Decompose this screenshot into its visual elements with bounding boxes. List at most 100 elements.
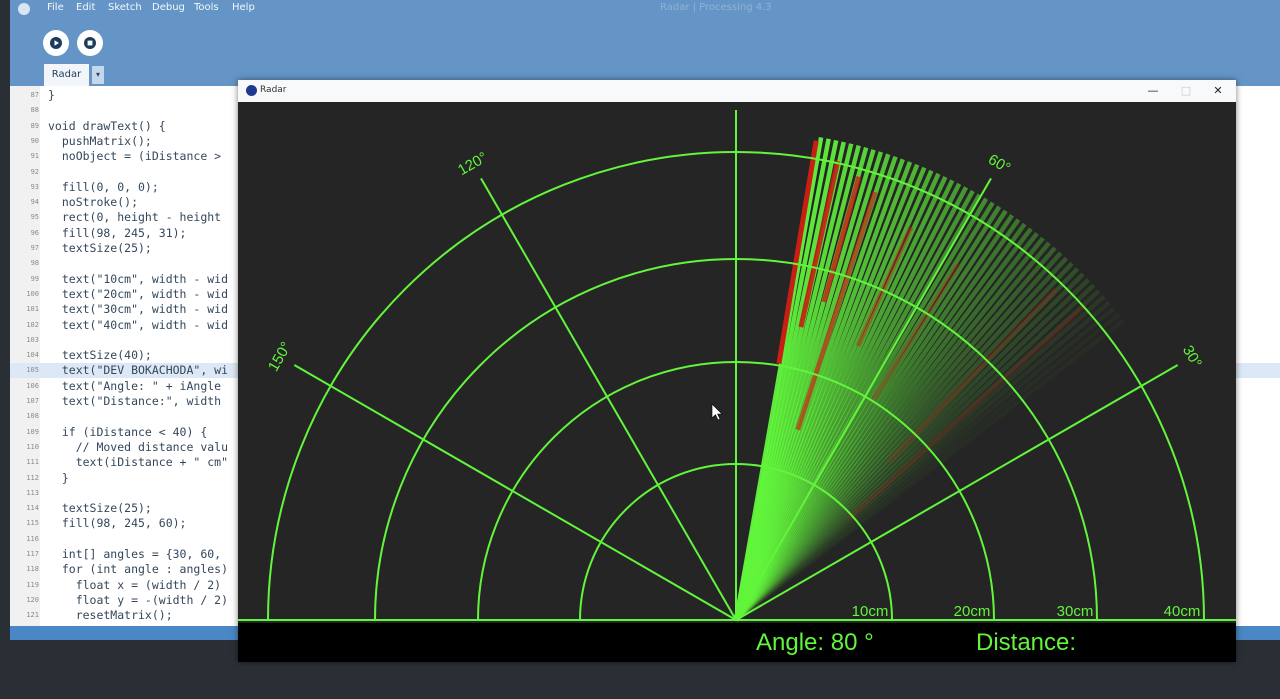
line-number: 111 (26, 458, 39, 467)
range-label: 30cm (1057, 603, 1094, 620)
line-number: 98 (30, 259, 39, 268)
sketch-titlebar[interactable]: Radar — □ ✕ (238, 80, 1236, 102)
angle-label: 120° (455, 149, 490, 179)
line-number: 92 (30, 167, 39, 176)
line-number: 106 (26, 381, 39, 390)
tab-menu-button[interactable]: ▾ (92, 66, 104, 84)
code-text: float x = (width / 2) (48, 577, 222, 592)
line-number: 110 (26, 442, 39, 451)
java-app-icon (246, 85, 257, 96)
code-text: text("DEV BOKACHODA", wi (48, 363, 229, 378)
mouse-cursor-icon (711, 403, 723, 421)
line-number: 118 (26, 565, 39, 574)
code-text: if (iDistance < 40) { (48, 424, 208, 439)
line-number: 94 (30, 198, 39, 207)
line-number: 116 (26, 534, 39, 543)
line-number: 109 (26, 427, 39, 436)
line-number: 89 (30, 121, 39, 130)
radar-grid (238, 110, 1236, 621)
toolbar (10, 18, 1280, 64)
code-text: noStroke(); (48, 195, 139, 210)
line-number: 114 (26, 504, 39, 513)
maximize-button[interactable]: □ (1171, 82, 1201, 100)
menu-debug[interactable]: Debug (152, 2, 185, 13)
code-text: for (int angle : angles) (48, 562, 229, 577)
code-text: pushMatrix(); (48, 133, 152, 148)
minimize-button[interactable]: — (1138, 82, 1168, 100)
line-number: 87 (30, 91, 39, 99)
angle-readout: Angle: 80 ° (756, 629, 874, 656)
angle-line (293, 364, 737, 621)
run-button[interactable] (43, 30, 69, 56)
code-text: } (48, 88, 55, 102)
code-text: noObject = (iDistance > (48, 149, 222, 164)
line-number: 97 (30, 244, 39, 252)
code-text: text("Distance:", width (48, 394, 222, 408)
line-number: 101 (26, 305, 39, 314)
menu-edit[interactable]: Edit (76, 2, 95, 13)
menu-tools[interactable]: Tools (194, 2, 219, 13)
angle-label: 150° (265, 339, 295, 374)
line-number: 121 (26, 611, 39, 620)
code-text: fill(0, 0, 0); (48, 179, 159, 194)
line-number: 105 (26, 366, 39, 375)
line-number: 112 (26, 473, 39, 482)
line-number: 88 (30, 106, 39, 115)
line-number: 120 (26, 595, 39, 604)
angle-label: 60° (985, 151, 1013, 177)
range-label: 20cm (954, 603, 991, 620)
processing-logo-icon (18, 3, 30, 15)
line-number: 115 (26, 519, 39, 528)
code-text: // Moved distance valu (48, 439, 229, 454)
line-number: 100 (26, 289, 39, 298)
code-text: text("20cm", width - wid (48, 286, 229, 301)
radar-canvas: Angle: 80 ° Distance: 30°60°90°120°150°1… (238, 110, 1236, 662)
code-text: int[] angles = {30, 60, (48, 547, 222, 561)
line-number: 103 (26, 335, 39, 344)
angle-label: 30° (1179, 343, 1205, 371)
code-text: text("Angle: " + iAngle (48, 378, 222, 393)
code-text: float y = -(width / 2) (48, 592, 229, 607)
code-text: text("10cm", width - wid (48, 271, 229, 286)
tab-radar[interactable]: Radar (44, 64, 89, 86)
line-number: 113 (26, 488, 39, 497)
menu-bar: File Edit Sketch Debug Tools Help Radar … (10, 0, 1280, 18)
line-number: 93 (30, 182, 39, 191)
code-text: text("30cm", width - wid (48, 302, 229, 317)
line-number: 104 (26, 351, 39, 360)
stop-button[interactable] (77, 30, 103, 56)
stop-icon (84, 37, 96, 49)
line-number: 91 (30, 152, 39, 161)
menu-help[interactable]: Help (232, 2, 255, 13)
menu-file[interactable]: File (47, 2, 64, 13)
code-text: void drawText() { (48, 118, 166, 133)
line-number: 117 (26, 550, 39, 558)
line-number: 107 (26, 397, 39, 405)
code-text: } (48, 470, 69, 485)
code-text: textSize(40); (48, 348, 152, 363)
line-number: 90 (30, 136, 39, 145)
sketch-window: Radar — □ ✕ Angle: 80 ° Distance: 30° 60°… (238, 80, 1236, 662)
line-number: 99 (30, 274, 39, 283)
code-text: textSize(25); (48, 241, 152, 255)
code-text: fill(98, 245, 31); (48, 225, 187, 240)
angle-line (480, 177, 737, 621)
code-text: fill(98, 245, 60); (48, 516, 187, 531)
distance-readout: Distance: (976, 629, 1076, 656)
sketch-title: Radar (260, 85, 287, 95)
code-text: text(iDistance + " cm" (48, 455, 229, 470)
code-text: rect(0, height - height (48, 210, 222, 225)
radar-sweep (733, 137, 1126, 622)
code-text: textSize(25); (48, 501, 152, 516)
code-text: text("40cm", width - wid (48, 317, 229, 332)
code-text: resetMatrix(); (48, 608, 173, 623)
line-number: 102 (26, 320, 39, 329)
line-number: 96 (30, 228, 39, 237)
line-number: 108 (26, 412, 39, 421)
range-label: 10cm (852, 603, 889, 620)
info-bar (238, 623, 1236, 662)
window-title: Radar | Processing 4.3 (660, 2, 772, 13)
close-button[interactable]: ✕ (1203, 82, 1233, 100)
play-icon (50, 37, 62, 49)
menu-sketch[interactable]: Sketch (108, 2, 142, 13)
